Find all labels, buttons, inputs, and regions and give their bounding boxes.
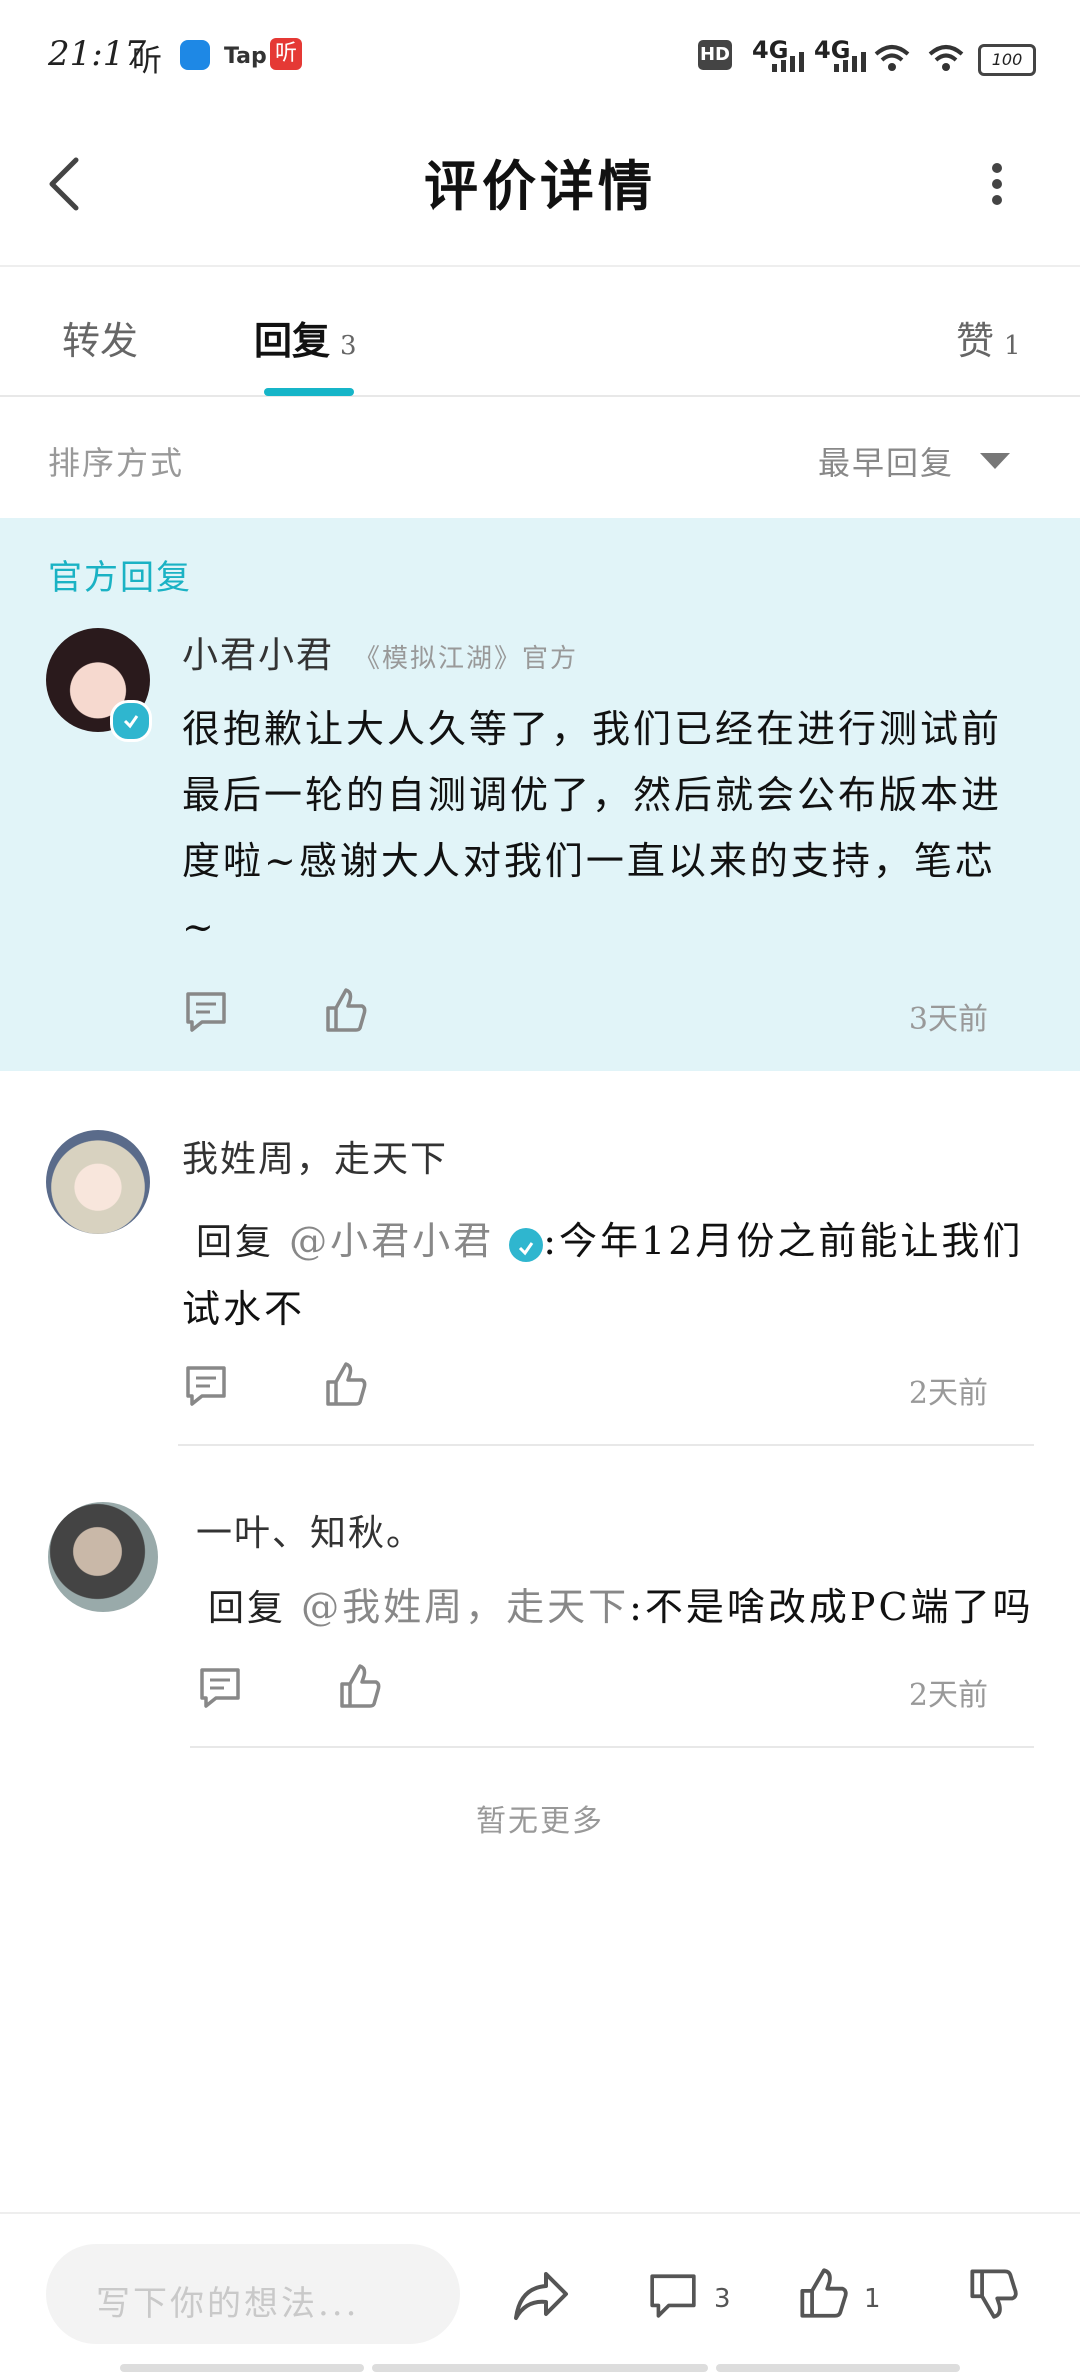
verified-badge-icon bbox=[509, 1227, 544, 1262]
official-username-text: 小君小君 bbox=[182, 635, 335, 676]
comment-icon[interactable] bbox=[648, 2270, 698, 2320]
reply-2-mention[interactable]: @我姓周，走天下 bbox=[301, 1585, 629, 1629]
comment-icon[interactable] bbox=[182, 1362, 230, 1410]
official-content: 很抱歉让大人久等了，我们已经在进行测试前最后一轮的自测调优了，然后就会公布版本进… bbox=[182, 707, 1003, 949]
tab-like-label: 赞 bbox=[956, 319, 995, 363]
sort-label: 排序方式 bbox=[48, 444, 185, 482]
thumbs-up-icon[interactable] bbox=[322, 1360, 370, 1408]
tab-like[interactable]: 赞1 bbox=[956, 310, 1021, 365]
official-time: 3天前 bbox=[908, 1002, 988, 1037]
reply-2-time: 2天前 bbox=[908, 1678, 988, 1713]
reply-2-text: :不是啥改成PC端了吗 bbox=[629, 1585, 1034, 1629]
divider bbox=[178, 1444, 1034, 1446]
caret-down-icon bbox=[980, 453, 1010, 469]
status-app-ting2: 听 bbox=[270, 38, 302, 70]
page-title: 评价详情 bbox=[424, 154, 656, 218]
wifi-icon bbox=[928, 45, 964, 71]
qq-icon bbox=[180, 40, 210, 70]
tab-like-count: 1 bbox=[1004, 331, 1021, 361]
more-vertical-icon[interactable] bbox=[990, 162, 1004, 206]
battery-indicator: 100 bbox=[978, 44, 1036, 76]
official-reply-tag: 官方回复 bbox=[48, 558, 192, 598]
tab-reply[interactable]: 回复 3 bbox=[254, 310, 357, 365]
tab-bar bbox=[0, 265, 1080, 397]
reply-2-prefix: 回复 bbox=[208, 1588, 287, 1629]
tab-forward[interactable]: 转发 bbox=[62, 310, 138, 365]
reply-1-time: 2天前 bbox=[908, 1376, 988, 1411]
tab-reply-count: 3 bbox=[340, 331, 357, 361]
official-subtitle: 《模拟江湖》官方 bbox=[354, 644, 579, 674]
nav-handle-right bbox=[716, 2364, 960, 2372]
share-icon[interactable] bbox=[512, 2270, 570, 2322]
hd-badge: HD bbox=[698, 40, 732, 70]
tab-active-indicator bbox=[264, 388, 354, 396]
sort-value: 最早回复 bbox=[817, 444, 954, 482]
thumbs-up-icon[interactable] bbox=[336, 1662, 384, 1710]
avatar-reply-1[interactable] bbox=[46, 1130, 150, 1234]
thumbs-up-icon[interactable] bbox=[798, 2266, 850, 2320]
comment-count: 3 bbox=[714, 2284, 731, 2314]
signal-bars-icon bbox=[772, 52, 804, 72]
status-app-ting: 听 bbox=[132, 44, 162, 79]
reply-1-username[interactable]: 我姓周，走天下 bbox=[182, 1130, 448, 1182]
reply-2-username[interactable]: 一叶、知秋。 bbox=[196, 1504, 424, 1556]
sort-dropdown[interactable]: 最早回复 bbox=[818, 438, 1010, 484]
reply-1-mention[interactable]: @小君小君 bbox=[289, 1219, 494, 1263]
status-app-tap: Tap bbox=[224, 44, 267, 69]
avatar-reply-2[interactable] bbox=[48, 1502, 158, 1612]
no-more-text: 暂无更多 bbox=[476, 1804, 604, 1839]
comment-icon[interactable] bbox=[196, 1664, 244, 1712]
comment-icon[interactable] bbox=[182, 988, 230, 1036]
nav-handle-left bbox=[120, 2364, 364, 2372]
nav-handle-center[interactable] bbox=[372, 2364, 708, 2372]
wifi-plus-icon bbox=[874, 45, 910, 71]
thumbs-down-icon[interactable] bbox=[968, 2266, 1020, 2320]
official-username[interactable]: 小君小君 《模拟江湖》官方 bbox=[182, 626, 578, 678]
signal-bars-icon-2 bbox=[834, 52, 866, 72]
reply-2-content: 回复 @我姓周，走天下:不是啥改成PC端了吗 bbox=[196, 1576, 1046, 1640]
status-bar bbox=[0, 0, 1080, 110]
like-count: 1 bbox=[864, 2284, 881, 2314]
reply-1-prefix: 回复 bbox=[196, 1222, 275, 1263]
comment-input-placeholder: 写下你的想法... bbox=[96, 2284, 360, 2324]
divider bbox=[190, 1746, 1034, 1748]
verified-badge-icon bbox=[110, 700, 152, 742]
reply-1-content: 回复 @小君小君 :今年12月份之前能让我们试水不 bbox=[182, 1208, 1032, 1342]
thumbs-up-icon[interactable] bbox=[322, 986, 370, 1034]
tab-reply-label: 回复 bbox=[254, 318, 331, 363]
